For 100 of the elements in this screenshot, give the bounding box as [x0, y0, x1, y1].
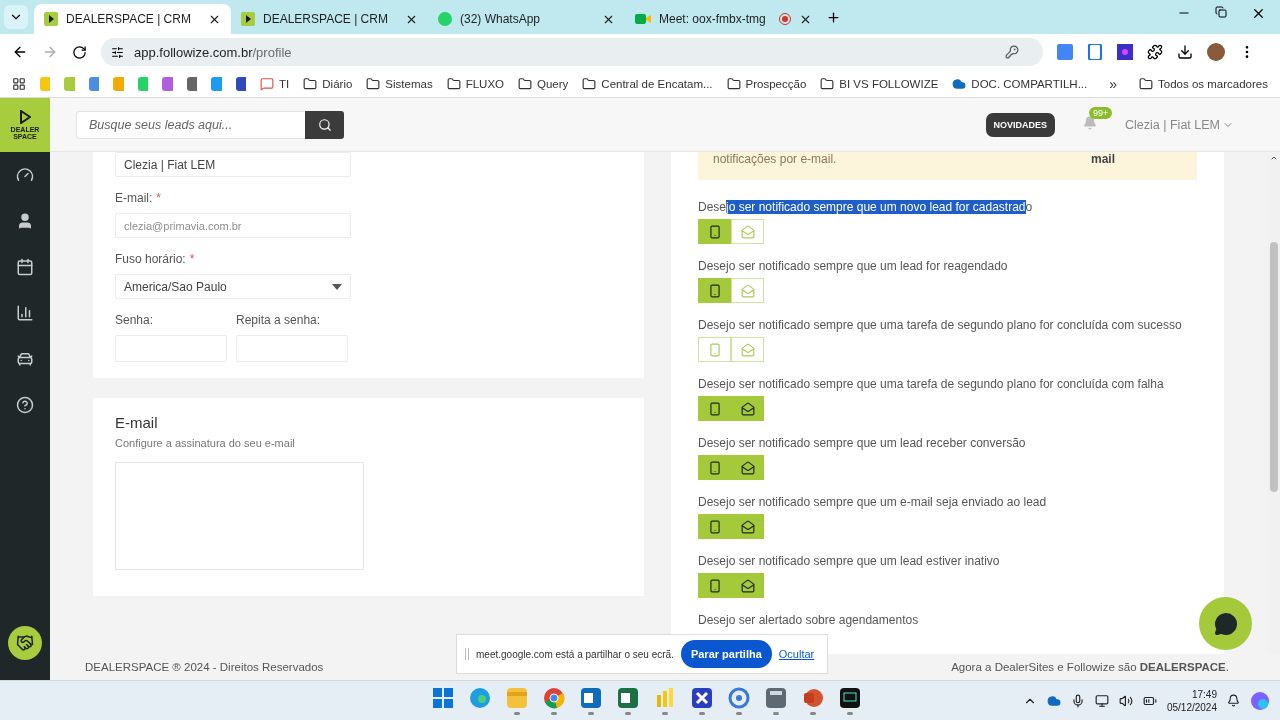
browser-tab[interactable]: DEALERSPACE | CRM: [34, 4, 231, 34]
tab-title: (32) WhatsApp: [460, 12, 542, 26]
spreadsheet-icon[interactable]: [616, 686, 639, 709]
cloud-icon: [952, 76, 967, 91]
folder-icon: [446, 76, 461, 91]
bookmark[interactable]: Query: [518, 76, 569, 91]
reload-icon[interactable]: [72, 44, 87, 60]
email-toggle[interactable]: [731, 337, 764, 362]
extension-icon[interactable]: [1087, 44, 1103, 60]
push-toggle[interactable]: [698, 514, 731, 539]
bookmark[interactable]: Diário: [303, 76, 353, 91]
tab-title: DEALERSPACE | CRM: [263, 12, 389, 26]
new-tab-icon[interactable]: [826, 9, 841, 25]
more-bookmarks-button[interactable]: »: [1109, 75, 1118, 92]
help-icon[interactable]: [16, 396, 34, 414]
gauge-icon[interactable]: [16, 166, 34, 184]
field-label: Fuso horário: *: [115, 252, 196, 266]
bookmark[interactable]: Prospecção: [726, 76, 807, 91]
email-toggle[interactable]: [731, 219, 764, 244]
tab-search-button[interactable]: [4, 5, 28, 29]
card-title: E-mail: [115, 413, 159, 431]
clock[interactable]: 17:49 05/12/2024: [1166, 687, 1217, 714]
browser-icon[interactable]: [468, 686, 491, 709]
restore-icon[interactable]: [1215, 5, 1227, 21]
apps-icon[interactable]: [12, 76, 26, 91]
bookmark-icon[interactable]: [162, 76, 173, 91]
bookmark[interactable]: DOC. COMPARTILH...: [952, 76, 1088, 91]
car-icon[interactable]: [16, 350, 34, 368]
monitor-icon[interactable]: [1094, 693, 1109, 708]
field-label: Senha:: [115, 313, 155, 327]
caret-icon: [332, 283, 342, 290]
bookmark[interactable]: Todos os marcadores: [1139, 76, 1268, 91]
name-field[interactable]: Clezia | Fiat LEM: [115, 152, 351, 177]
news-button[interactable]: NOVIDADES: [985, 112, 1056, 137]
bookmark-icon[interactable]: [186, 76, 198, 91]
tab-title: DEALERSPACE | CRM: [66, 12, 192, 26]
terminal-icon[interactable]: [838, 686, 861, 709]
signature-field[interactable]: [115, 462, 364, 570]
bookmark[interactable]: Sistemas: [366, 76, 433, 91]
push-toggle[interactable]: [698, 573, 731, 598]
calculator-icon[interactable]: [764, 686, 787, 709]
download-icon[interactable]: [1177, 44, 1193, 60]
push-toggle[interactable]: [698, 278, 731, 303]
extension-icon[interactable]: [1117, 44, 1133, 60]
scroll-up-icon: [1270, 154, 1278, 162]
section-heading: Desejo ser alertado sobre agendamentos: [698, 612, 920, 629]
push-toggle[interactable]: [698, 219, 731, 244]
site-settings-icon[interactable]: [111, 45, 124, 59]
mail-icon[interactable]: [579, 686, 602, 709]
field-label: E-mail: *: [115, 191, 162, 205]
browser-tab[interactable]: (32) WhatsApp: [428, 4, 625, 34]
cross-icon[interactable]: [690, 686, 713, 709]
push-toggle[interactable]: [698, 455, 731, 480]
cloud-icon[interactable]: [1046, 693, 1061, 708]
bookmark[interactable]: BI VS FOLLOWIZE: [820, 76, 939, 91]
bookmark[interactable]: FLUXO: [446, 76, 504, 91]
chart-icon[interactable]: [16, 304, 34, 322]
assistant-icon[interactable]: [1250, 690, 1270, 711]
footer-note: Agora a DealerSites e Followize são DEALERSPACE.: [951, 661, 1229, 673]
search-button[interactable]: [305, 110, 344, 139]
handshake-button[interactable]: [8, 626, 42, 660]
folder-icon: [518, 76, 532, 91]
browser-icon[interactable]: [542, 686, 565, 709]
chat-icon: [438, 12, 452, 26]
push-toggle[interactable]: [698, 396, 731, 421]
extensions-icon[interactable]: [1147, 44, 1163, 60]
presentation-icon[interactable]: [801, 686, 824, 709]
email-toggle[interactable]: [731, 573, 764, 598]
email-toggle[interactable]: [731, 514, 764, 539]
back-icon[interactable]: [12, 44, 28, 60]
email-toggle[interactable]: [731, 278, 764, 303]
app-icon[interactable]: [727, 686, 750, 709]
stop-sharing-button[interactable]: Parar partilha: [680, 640, 772, 668]
volume-icon[interactable]: [1118, 693, 1133, 708]
bookmark-icon[interactable]: [235, 76, 247, 91]
key-icon[interactable]: [1005, 45, 1019, 59]
timezone-select[interactable]: America/Sao Paulo: [115, 274, 351, 299]
email-toggle[interactable]: [731, 396, 764, 421]
camera-icon: [635, 12, 651, 26]
browser-tab[interactable]: Meet: oox-fmbx-tmg: [625, 4, 822, 34]
bookmark[interactable]: Central de Encatam...: [582, 76, 713, 91]
envelope-icon: [740, 578, 755, 593]
bookmark-icon[interactable]: [88, 76, 100, 91]
browser-tab[interactable]: DEALERSPACE | CRM: [231, 4, 428, 34]
push-toggle[interactable]: [698, 337, 731, 362]
address-bar[interactable]: app.followize.com.br/profile: [101, 38, 1043, 66]
phone-icon: [707, 401, 722, 416]
avatar-icon[interactable]: [1207, 43, 1225, 61]
calendar-icon[interactable]: [16, 258, 34, 276]
bookmark[interactable]: TI: [260, 76, 290, 91]
envelope-icon: [740, 283, 755, 298]
user-icon[interactable]: [16, 212, 34, 230]
email-toggle[interactable]: [731, 455, 764, 480]
search-field[interactable]: Busque seus leads aqui...: [76, 110, 305, 139]
hide-link[interactable]: Ocultar: [778, 648, 815, 660]
notification-label: Desejo ser notificado sempre que um lead for reagendado: [698, 258, 1009, 275]
microphone-icon[interactable]: [1070, 693, 1085, 708]
start-icon[interactable]: [432, 687, 453, 708]
bell-icon[interactable]: [1227, 694, 1240, 707]
phone-icon: [707, 460, 722, 475]
